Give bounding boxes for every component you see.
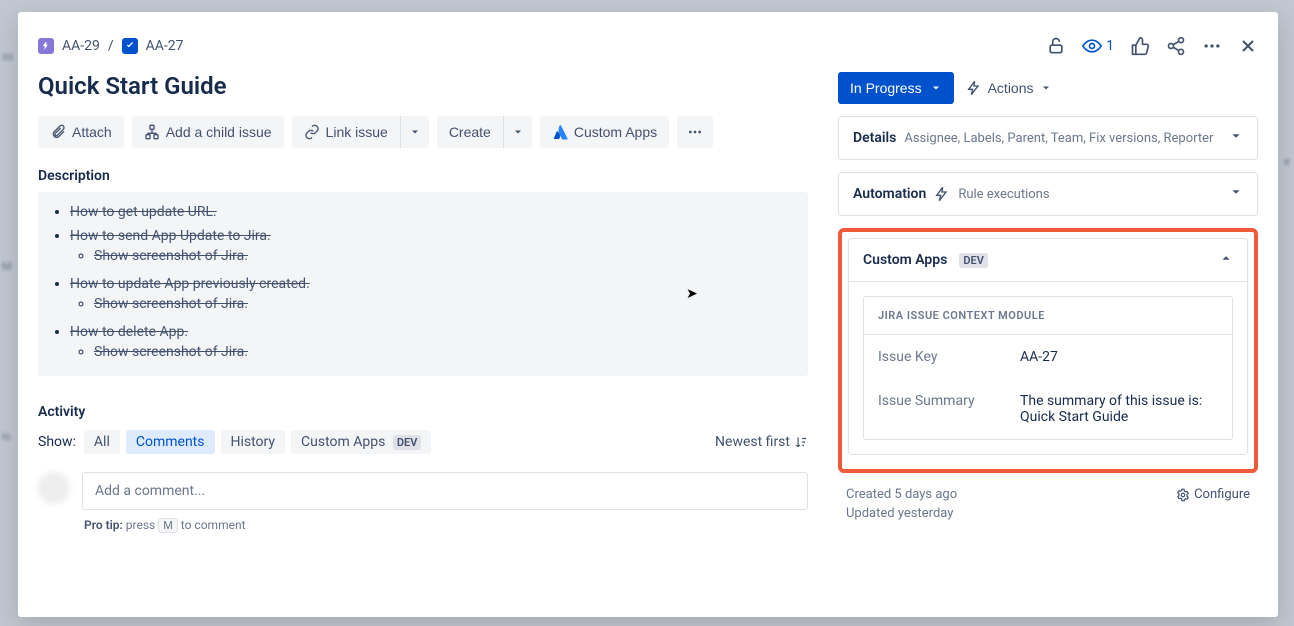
desc-item: How to get update URL. <box>70 200 794 224</box>
chevron-down-icon <box>512 126 524 138</box>
child-type-icon <box>122 38 138 54</box>
protip: Pro tip: press M to comment <box>84 518 808 532</box>
gear-icon <box>1176 488 1190 502</box>
create-button[interactable]: Create <box>437 116 504 148</box>
sort-toggle[interactable]: Newest first <box>715 434 808 450</box>
issue-toolbar: Attach Add a child issue Link issue <box>38 116 808 148</box>
breadcrumb-sep: / <box>108 38 114 54</box>
automation-panel[interactable]: Automation Rule executions <box>838 172 1258 216</box>
top-right-actions: 1 <box>1046 36 1258 56</box>
parent-type-icon <box>38 38 54 54</box>
tab-all[interactable]: All <box>84 430 120 454</box>
custom-apps-button[interactable]: Custom Apps <box>540 116 669 148</box>
breadcrumb-parent[interactable]: AA-29 <box>62 38 100 54</box>
issue-context-module: JIRA ISSUE CONTEXT MODULE Issue Key AA-2… <box>863 296 1233 440</box>
child-issue-icon <box>144 124 160 140</box>
activity-section: Activity Show: All Comments History Cust… <box>38 404 808 532</box>
created-meta: Created 5 days ago <box>846 487 957 502</box>
attach-button[interactable]: Attach <box>38 116 124 148</box>
tab-custom-apps[interactable]: Custom Apps DEV <box>291 430 431 454</box>
configure-button[interactable]: Configure <box>1176 487 1250 502</box>
comment-input[interactable]: Add a comment... <box>82 472 808 510</box>
close-icon[interactable] <box>1238 36 1258 56</box>
description-heading: Description <box>38 168 808 184</box>
toolbar-more[interactable] <box>677 116 713 148</box>
activity-filter-row: Show: All Comments History Custom Apps D… <box>38 430 808 454</box>
meta-block: Created 5 days ago Configure Updated yes… <box>838 485 1258 523</box>
highlight-annotation: Custom Apps DEV JIRA ISSUE CONTEXT MODUL… <box>838 228 1258 473</box>
chevron-down-icon <box>930 82 942 94</box>
tab-history[interactable]: History <box>221 430 286 454</box>
link-icon <box>304 124 320 140</box>
desc-subitem: Show screenshot of Jira. <box>94 244 794 268</box>
main-column: Quick Start Guide Attach Add a child iss… <box>18 62 828 617</box>
add-child-button[interactable]: Add a child issue <box>132 116 284 148</box>
module-row-issue-key: Issue Key AA-27 <box>864 335 1232 379</box>
actions-button[interactable]: Actions <box>966 80 1052 96</box>
chevron-down-icon <box>1040 82 1052 94</box>
description-body[interactable]: How to get update URL.How to send App Up… <box>38 192 808 376</box>
link-issue-dropdown[interactable] <box>401 116 429 148</box>
chevron-down-icon <box>409 126 421 138</box>
like-icon[interactable] <box>1130 36 1150 56</box>
create-dropdown[interactable] <box>504 116 532 148</box>
bolt-icon <box>966 80 982 96</box>
share-icon[interactable] <box>1166 36 1186 56</box>
custom-apps-panel: Custom Apps DEV JIRA ISSUE CONTEXT MODUL… <box>848 238 1248 455</box>
comment-row: Add a comment... <box>38 472 808 510</box>
status-row: In Progress Actions <box>838 72 1258 104</box>
bolt-icon <box>934 186 950 202</box>
module-title: JIRA ISSUE CONTEXT MODULE <box>864 297 1232 335</box>
sort-icon <box>794 435 808 449</box>
paperclip-icon <box>50 124 66 140</box>
top-bar: AA-29 / AA-27 1 <box>18 12 1278 62</box>
side-column: In Progress Actions Details Assignee, La… <box>828 62 1278 617</box>
atlassian-icon <box>552 124 568 140</box>
chevron-down-icon <box>1229 129 1243 147</box>
more-icon[interactable] <box>1202 36 1222 56</box>
issue-dialog: AA-29 / AA-27 1 <box>18 12 1278 617</box>
module-row-issue-summary: Issue Summary The summary of this issue … <box>864 379 1232 439</box>
breadcrumb: AA-29 / AA-27 <box>38 38 184 54</box>
link-issue-split: Link issue <box>292 116 429 148</box>
status-button[interactable]: In Progress <box>838 72 954 104</box>
tab-comments[interactable]: Comments <box>126 430 215 454</box>
watch-button[interactable]: 1 <box>1082 36 1114 56</box>
chevron-down-icon <box>1229 185 1243 203</box>
desc-subitem: Show screenshot of Jira. <box>94 340 794 364</box>
updated-meta: Updated yesterday <box>846 506 953 521</box>
desc-item: How to send App Update to Jira.Show scre… <box>70 224 794 272</box>
mouse-cursor: ➤ <box>686 286 698 302</box>
desc-item: How to delete App.Show screenshot of Jir… <box>70 320 794 368</box>
details-panel[interactable]: Details Assignee, Labels, Parent, Team, … <box>838 116 1258 160</box>
avatar <box>38 472 70 504</box>
link-issue-button[interactable]: Link issue <box>292 116 401 148</box>
activity-heading: Activity <box>38 404 808 420</box>
create-split: Create <box>437 116 532 148</box>
custom-apps-panel-header[interactable]: Custom Apps DEV <box>849 239 1247 282</box>
show-label: Show: <box>38 434 76 450</box>
lock-icon[interactable] <box>1046 36 1066 56</box>
watch-count: 1 <box>1106 38 1114 54</box>
page-title[interactable]: Quick Start Guide <box>38 72 808 100</box>
breadcrumb-child[interactable]: AA-27 <box>146 38 184 54</box>
more-icon <box>687 124 703 140</box>
chevron-up-icon <box>1219 251 1233 269</box>
